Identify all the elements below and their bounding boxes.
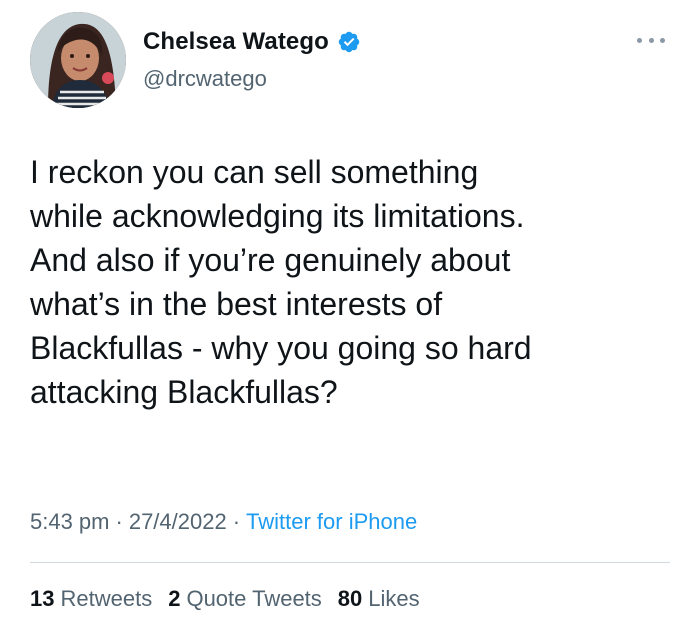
retweets-label: Retweets [60, 586, 153, 611]
tweet-text: I reckon you can sell something while ac… [30, 154, 532, 410]
user-name-row: Chelsea Watego [143, 28, 361, 56]
tweet-date[interactable]: 27/4/2022 [129, 509, 227, 535]
meta-separator: · [115, 509, 123, 534]
tweet-time[interactable]: 5:43 pm [30, 509, 110, 535]
quote-tweets-stat[interactable]: 2 Quote Tweets [168, 586, 322, 612]
tweet-source-link[interactable]: Twitter for iPhone [246, 509, 417, 535]
retweets-count: 13 [30, 586, 55, 611]
verified-badge-icon [337, 30, 361, 54]
quote-tweets-label: Quote Tweets [186, 586, 322, 611]
display-name[interactable]: Chelsea Watego [143, 28, 329, 56]
tweet-card: Chelsea Watego @drcwatego I reckon you c… [0, 0, 700, 635]
quote-tweets-count: 2 [168, 586, 181, 611]
likes-count: 80 [337, 586, 363, 611]
user-handle[interactable]: @drcwatego [143, 66, 267, 92]
retweets-stat[interactable]: 13 Retweets [30, 586, 152, 612]
divider [30, 562, 670, 563]
tweet-meta: 5:43 pm · 27/4/2022 · Twitter for iPhone [30, 509, 417, 535]
likes-stat[interactable]: 80 Likes [338, 586, 420, 612]
tweet-stats: 13 Retweets 2 Quote Tweets 80 Likes [30, 586, 436, 612]
avatar-image [30, 12, 126, 108]
meta-separator: · [232, 509, 241, 534]
likes-label: Likes [368, 586, 420, 611]
more-options-icon[interactable] [637, 30, 665, 50]
avatar[interactable] [30, 12, 126, 108]
